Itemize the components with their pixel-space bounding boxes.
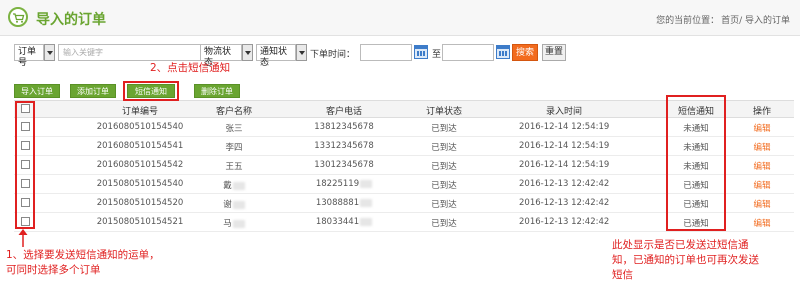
order-status: 已到达: [431, 124, 457, 134]
annotation-sms-line3: 短信: [612, 269, 633, 281]
entry-time: 2016-12-13 12:42:42: [519, 198, 610, 208]
customer-phone-cell: 18225119: [304, 179, 384, 189]
redacted-mark: [360, 198, 373, 207]
search-field-select-value: 订单号: [18, 47, 37, 68]
annotation-step1-line2: 可同时选择多个订单: [6, 264, 101, 276]
search-input-placeholder: 输入关键字: [63, 48, 103, 57]
end-date-input[interactable]: [442, 44, 494, 61]
notify-status-value: 通知状态: [260, 47, 288, 68]
search-input[interactable]: 输入关键字: [58, 44, 208, 61]
edit-link[interactable]: 编辑: [747, 217, 777, 229]
entry-time: 2016-12-13 12:42:42: [519, 217, 610, 227]
order-number: 2015080510154520: [96, 198, 184, 208]
customer-phone: 13088881: [315, 198, 360, 208]
annotation-step2: 2、点击短信通知: [150, 62, 231, 74]
customer-phone: 13812345678: [314, 122, 374, 132]
calendar-icon[interactable]: [414, 45, 428, 59]
customer-phone-cell: 18033441: [304, 217, 384, 227]
start-date-input[interactable]: [360, 44, 412, 61]
order-number: 2016080510154540: [96, 122, 184, 132]
order-number: 2015080510154540: [96, 179, 184, 189]
logistics-status-select[interactable]: 物流状态: [200, 44, 253, 68]
col-order-status: 订单状态: [425, 107, 462, 117]
annotation-sms-line1: 此处显示是否已发送过短信通: [612, 239, 749, 251]
order-status: 已到达: [431, 219, 457, 229]
entry-time: 2016-12-14 12:54:19: [519, 160, 610, 170]
breadcrumb-path[interactable]: 首页/ 导入的订单: [721, 16, 790, 26]
sms-button-highlight: [123, 81, 179, 101]
notify-status-select[interactable]: 通知状态: [256, 44, 307, 68]
annotation-sms-note: 此处显示是否已发送过短信通 知，已通知的订单也可再次发送 短信: [612, 238, 759, 283]
customer-name: 马: [223, 219, 232, 229]
order-status: 已到达: [431, 162, 457, 172]
customer-name: 戴: [223, 181, 232, 191]
reset-button[interactable]: 重置: [542, 44, 566, 61]
entry-time: 2016-12-13 12:42:42: [519, 179, 610, 189]
customer-name-cell: 戴: [204, 179, 264, 191]
delete-order-button[interactable]: 删除订单: [194, 84, 240, 98]
col-customer-name: 客户名称: [215, 107, 252, 117]
breadcrumb-prefix: 您的当前位置：: [656, 16, 720, 26]
order-status: 已到达: [431, 200, 457, 210]
order-number: 2016080510154542: [96, 160, 184, 170]
sms-column-highlight: [666, 95, 726, 231]
customer-name: 王五: [225, 162, 243, 172]
edit-link[interactable]: 编辑: [747, 160, 777, 172]
chevron-down-icon[interactable]: [242, 44, 253, 61]
customer-phone: 13312345678: [314, 141, 374, 151]
checkbox-column-highlight: [15, 101, 35, 229]
edit-link[interactable]: 编辑: [747, 122, 777, 134]
edit-link[interactable]: 编辑: [747, 141, 777, 153]
add-order-button[interactable]: 添加订单: [70, 84, 116, 98]
order-status: 已到达: [431, 181, 457, 191]
calendar-icon[interactable]: [496, 45, 510, 59]
search-field-select[interactable]: 订单号: [14, 44, 55, 68]
cart-icon: [8, 7, 28, 27]
customer-phone-cell: 13088881: [304, 198, 384, 208]
breadcrumb: 您的当前位置： 首页/ 导入的订单: [654, 13, 790, 26]
customer-name: 张三: [225, 124, 243, 134]
order-number: 2015080510154521: [96, 217, 184, 227]
annotation-sms-line2: 知，已通知的订单也可再次发送: [612, 254, 759, 266]
order-time-label: 下单时间：: [310, 50, 356, 60]
import-orders-button[interactable]: 导入订单: [14, 84, 60, 98]
chevron-down-icon[interactable]: [296, 44, 307, 61]
chevron-down-icon[interactable]: [44, 44, 55, 61]
page-title: 导入的订单: [36, 12, 106, 28]
customer-phone: 18033441: [315, 217, 360, 227]
order-number: 2016080510154541: [96, 141, 184, 151]
redacted-mark: [232, 181, 245, 190]
customer-name-cell: 马: [204, 217, 264, 229]
arrow-up-icon: [18, 229, 28, 247]
range-separator: 至: [432, 50, 442, 60]
redacted-mark: [360, 179, 373, 188]
search-button[interactable]: 搜索: [512, 44, 538, 61]
edit-link[interactable]: 编辑: [747, 198, 777, 210]
annotation-step1: 1、选择要发送短信通知的运单， 可同时选择多个订单: [6, 248, 160, 278]
customer-phone: 18225119: [315, 179, 360, 189]
order-status: 已到达: [431, 143, 457, 153]
customer-name: 李四: [225, 143, 243, 153]
filter-bar: 订单号 输入关键字 物流状态 通知状态 下单时间： 至 搜索 重置: [14, 44, 794, 68]
col-actions: 操作: [752, 107, 771, 117]
col-order-number: 订单编号: [121, 107, 158, 117]
entry-time: 2016-12-14 12:54:19: [519, 141, 610, 151]
edit-link[interactable]: 编辑: [747, 179, 777, 191]
entry-time: 2016-12-14 12:54:19: [519, 122, 610, 132]
customer-phone: 13012345678: [314, 160, 374, 170]
annotation-step1-line1: 1、选择要发送短信通知的运单，: [6, 249, 160, 261]
redacted-mark: [232, 200, 245, 209]
redacted-mark: [360, 217, 373, 226]
customer-name-cell: 谢: [204, 198, 264, 210]
redacted-mark: [232, 219, 245, 228]
col-customer-phone: 客户电话: [325, 107, 362, 117]
customer-name: 谢: [223, 200, 232, 210]
col-entry-time: 录入时间: [545, 107, 582, 117]
page-header: 导入的订单 您的当前位置： 首页/ 导入的订单: [0, 0, 800, 36]
